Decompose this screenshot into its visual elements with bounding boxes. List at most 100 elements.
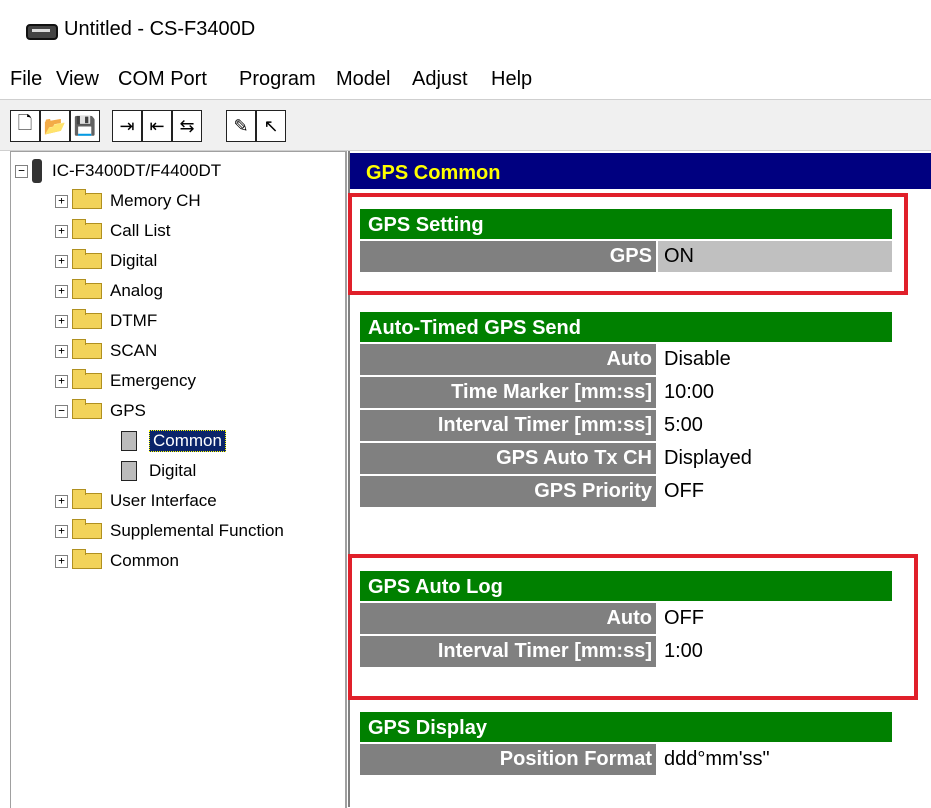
menu-help[interactable]: Help (491, 68, 532, 91)
folder-icon (72, 489, 102, 509)
expand-icon[interactable]: + (55, 554, 68, 568)
tree-item-gps[interactable]: − GPS (55, 396, 146, 426)
expand-icon[interactable]: + (55, 194, 68, 208)
radio-device-icon (32, 159, 42, 183)
tree-pane: − IC-F3400DT/F4400DT + Memory CH + Call … (10, 151, 347, 808)
expand-icon[interactable]: + (55, 494, 68, 508)
radio-clone-icon: ⇆ (179, 115, 195, 136)
menu-model[interactable]: Model (336, 68, 390, 91)
tree-item-label: Supplemental Function (110, 521, 284, 540)
document-icon (121, 431, 137, 451)
setting-row-position-format: Position Format ddd°mm'ss" (360, 744, 892, 777)
section-title: GPS Display (360, 712, 892, 744)
setting-label: Interval Timer [mm:ss] (360, 410, 656, 441)
tree-item-label: Common (110, 551, 179, 570)
setting-row-time-marker: Time Marker [mm:ss] 10:00 (360, 377, 892, 410)
setting-value-position-format[interactable]: ddd°mm'ss" (656, 744, 892, 775)
folder-open-icon (72, 399, 102, 419)
tree-item-call-list[interactable]: + Call List (55, 216, 170, 246)
setting-label: Auto (360, 344, 656, 375)
tree-item-scan[interactable]: + SCAN (55, 336, 157, 366)
clone-radio-button[interactable]: ⇆ (172, 110, 202, 142)
tree-item-memory-ch[interactable]: + Memory CH (55, 186, 201, 216)
setting-value-time-marker[interactable]: 10:00 (656, 377, 892, 408)
menu-bar: File View COM Port Program Model Adjust … (0, 62, 931, 98)
save-button[interactable]: 💾 (70, 110, 100, 142)
setting-label: GPS Auto Tx CH (360, 443, 656, 474)
screwdriver-icon: ✎ (233, 115, 249, 136)
setting-label: Time Marker [mm:ss] (360, 377, 656, 408)
write-to-radio-button[interactable]: ⇤ (142, 110, 172, 142)
tree-item-supplemental-function[interactable]: + Supplemental Function (55, 516, 284, 546)
section-gps-display: GPS Display Position Format ddd°mm'ss" (360, 712, 892, 777)
new-file-button[interactable]: 🗋 (10, 110, 40, 142)
tree-item-label: Call List (110, 221, 171, 240)
highlight-box (348, 554, 918, 700)
expand-icon[interactable]: + (55, 284, 68, 298)
menu-file[interactable]: File (10, 68, 42, 91)
setting-value-auto[interactable]: Disable (656, 344, 892, 375)
folder-icon (72, 339, 102, 359)
setting-row-gps-auto-tx-ch: GPS Auto Tx CH Displayed (360, 443, 892, 476)
tree-root[interactable]: − IC-F3400DT/F4400DT (15, 156, 221, 186)
tree-item-label: Digital (110, 251, 158, 270)
radio-read-icon: ⇥ (119, 115, 135, 136)
tree-item-label: Memory CH (110, 191, 201, 210)
folder-icon (72, 249, 102, 269)
document-icon (121, 461, 137, 481)
setting-value-gps-priority[interactable]: OFF (656, 476, 892, 507)
collapse-icon[interactable]: − (15, 164, 28, 178)
tree-item-dtmf[interactable]: + DTMF (55, 306, 157, 336)
expand-icon[interactable]: + (55, 524, 68, 538)
tree-item-label: Analog (110, 281, 163, 300)
folder-icon (72, 189, 102, 209)
folder-icon (72, 219, 102, 239)
tree-item-label: User Interface (110, 491, 217, 510)
expand-icon[interactable]: + (55, 224, 68, 238)
tree-item-gps-digital[interactable]: Digital (121, 456, 196, 486)
setting-value-gps-auto-tx-ch[interactable]: Displayed (656, 443, 892, 474)
menu-view[interactable]: View (56, 68, 99, 91)
setting-label: GPS Priority (360, 476, 656, 507)
tree-item-analog[interactable]: + Analog (55, 276, 163, 306)
help-pointer-icon: ↖ (263, 115, 279, 136)
panel-header: GPS Common (350, 153, 931, 189)
open-file-button[interactable]: 📂 (40, 110, 70, 142)
title-bar: Untitled - CS-F3400D (0, 0, 931, 58)
tree-item-label: Digital (149, 461, 197, 480)
setting-row-interval-timer: Interval Timer [mm:ss] 5:00 (360, 410, 892, 443)
tree-item-label: SCAN (110, 341, 158, 360)
tree-item-user-interface[interactable]: + User Interface (55, 486, 217, 516)
folder-icon (72, 519, 102, 539)
setting-row-auto: Auto Disable (360, 344, 892, 377)
tree-item-label: GPS (110, 401, 146, 420)
section-title: Auto-Timed GPS Send (360, 312, 892, 344)
setting-label: Position Format (360, 744, 656, 775)
setting-row-gps-priority: GPS Priority OFF (360, 476, 892, 509)
section-auto-timed-gps-send: Auto-Timed GPS Send Auto Disable Time Ma… (360, 312, 892, 509)
help-button[interactable]: ↖ (256, 110, 286, 142)
radio-write-icon: ⇤ (149, 115, 165, 136)
expand-icon[interactable]: + (55, 314, 68, 328)
toolbar: 🗋 📂 💾 ⇥ ⇤ ⇆ ✎ ↖ (0, 99, 931, 151)
tree-item-digital[interactable]: + Digital (55, 246, 157, 276)
tree-item-label-selected: Common (149, 430, 226, 452)
expand-icon[interactable]: + (55, 254, 68, 268)
folder-icon (72, 309, 102, 329)
setting-value-interval-timer[interactable]: 5:00 (656, 410, 892, 441)
tree-item-emergency[interactable]: + Emergency (55, 366, 196, 396)
expand-icon[interactable]: + (55, 344, 68, 358)
app-icon (26, 24, 58, 40)
expand-icon[interactable]: + (55, 374, 68, 388)
tree-item-common[interactable]: + Common (55, 546, 179, 576)
menu-com-port[interactable]: COM Port (118, 68, 207, 91)
save-icon: 💾 (73, 115, 97, 136)
folder-icon (72, 549, 102, 569)
adjust-button[interactable]: ✎ (226, 110, 256, 142)
menu-adjust[interactable]: Adjust (412, 68, 468, 91)
tree-item-gps-common[interactable]: Common (121, 426, 226, 456)
read-from-radio-button[interactable]: ⇥ (112, 110, 142, 142)
menu-program[interactable]: Program (239, 68, 316, 91)
collapse-icon[interactable]: − (55, 404, 68, 418)
folder-icon (72, 369, 102, 389)
